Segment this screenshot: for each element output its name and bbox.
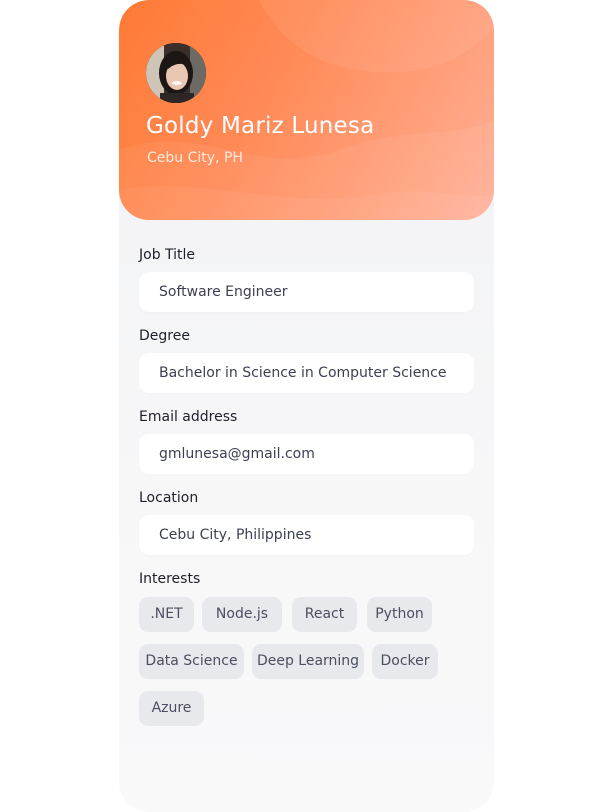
interest-chip[interactable]: Docker	[372, 644, 438, 679]
email-field[interactable]: gmlunesa@gmail.com	[139, 434, 474, 474]
profile-name: Goldy Mariz Lunesa	[146, 113, 375, 139]
profile-city: Cebu City, PH	[147, 150, 243, 166]
header-wave-decoration	[119, 0, 494, 220]
avatar	[146, 43, 206, 103]
email-label: Email address	[139, 409, 238, 425]
interest-chip[interactable]: .NET	[139, 597, 194, 632]
interest-chip[interactable]: Azure	[139, 691, 204, 726]
interest-chip[interactable]: React	[292, 597, 357, 632]
interest-chip[interactable]: Python	[367, 597, 432, 632]
interests-label: Interests	[139, 571, 201, 587]
location-label: Location	[139, 490, 199, 506]
degree-field[interactable]: Bachelor in Science in Computer Science	[139, 353, 474, 393]
profile-card: Goldy Mariz Lunesa Cebu City, PH Job Tit…	[119, 0, 494, 812]
location-field[interactable]: Cebu City, Philippines	[139, 515, 474, 555]
degree-label: Degree	[139, 328, 190, 344]
job-title-field[interactable]: Software Engineer	[139, 272, 474, 312]
interest-chip[interactable]: Node.js	[202, 597, 282, 632]
interest-chip[interactable]: Data Science	[139, 644, 244, 679]
avatar-photo	[146, 43, 206, 103]
interest-chip[interactable]: Deep Learning	[252, 644, 364, 679]
job-title-label: Job Title	[139, 247, 196, 263]
profile-header: Goldy Mariz Lunesa Cebu City, PH	[119, 0, 494, 220]
